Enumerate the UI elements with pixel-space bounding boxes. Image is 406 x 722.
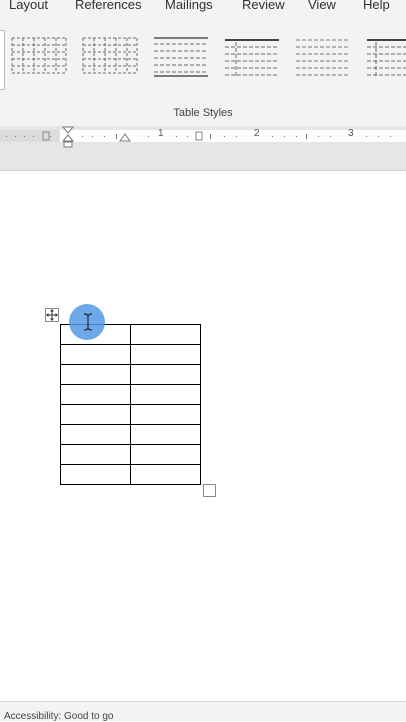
tab-layout[interactable]: Layout <box>9 0 48 12</box>
tab-view[interactable]: View <box>308 0 336 12</box>
table-cell[interactable] <box>130 344 201 365</box>
table-cell[interactable] <box>60 404 131 425</box>
table-cell[interactable] <box>130 384 201 405</box>
table-cell[interactable] <box>130 404 201 425</box>
table-cell[interactable] <box>130 464 201 485</box>
table-cell[interactable] <box>60 344 131 365</box>
text-ibeam-cursor-icon <box>83 313 93 331</box>
table-style-grid-1[interactable] <box>11 36 67 78</box>
tab-review[interactable]: Review <box>242 0 285 12</box>
table-row <box>60 464 201 485</box>
resize-handle-icon[interactable] <box>203 484 216 497</box>
accessibility-status[interactable]: Accessibility: Good to go <box>4 711 114 722</box>
status-bar: Accessibility: Good to go <box>0 701 406 722</box>
table-cell[interactable] <box>60 364 131 385</box>
table-row <box>60 364 201 385</box>
table-style-lines-icon <box>296 39 350 76</box>
ribbon: Layout References Mailings Review View H… <box>0 0 406 127</box>
ruler-number-2: 2 <box>254 128 260 139</box>
table-row <box>60 424 201 445</box>
table-styles-gallery <box>0 28 406 90</box>
table-cell[interactable] <box>60 444 131 465</box>
table-row <box>60 404 201 425</box>
ruler-bar: 1 2 3 <box>0 126 406 171</box>
tab-mailings[interactable]: Mailings <box>165 0 213 12</box>
table-cell[interactable] <box>60 384 131 405</box>
ribbon-tabs: Layout References Mailings Review View H… <box>0 0 406 16</box>
table-style-lines-icon <box>154 37 208 77</box>
tab-references[interactable]: References <box>75 0 141 12</box>
table-move-handle[interactable] <box>45 308 59 322</box>
table-style-grid-icon <box>82 37 138 74</box>
right-indent-marker-icon[interactable] <box>119 133 131 143</box>
ruler-number-1: 1 <box>158 128 164 139</box>
tab-help[interactable]: Help <box>363 0 390 12</box>
table-style-grid-2[interactable] <box>82 36 138 78</box>
table-cell[interactable] <box>130 324 201 345</box>
table-styles-group-label: Table Styles <box>173 107 233 119</box>
horizontal-ruler <box>0 130 406 142</box>
table-row <box>60 444 201 465</box>
table-cell[interactable] <box>60 424 131 445</box>
ruler-number-3: 3 <box>348 128 354 139</box>
table-style-lines-header[interactable] <box>153 36 209 78</box>
four-way-arrow-icon <box>46 309 58 321</box>
table-cell[interactable] <box>60 464 131 485</box>
table-style-lines-icon <box>367 39 406 76</box>
table-cell[interactable] <box>130 444 201 465</box>
table-row <box>60 384 201 405</box>
table-cell[interactable] <box>130 364 201 385</box>
document-table[interactable] <box>60 324 201 485</box>
table-cell[interactable] <box>130 424 201 445</box>
table-style-lines-dark-header[interactable] <box>224 36 280 78</box>
table-style-lines-partial[interactable] <box>366 36 406 78</box>
table-style-lines-light[interactable] <box>295 36 351 78</box>
table-style-grid-icon <box>11 37 67 74</box>
table-style-lines-icon <box>225 39 279 76</box>
indent-marker-icon[interactable] <box>62 126 74 148</box>
table-row <box>60 344 201 365</box>
